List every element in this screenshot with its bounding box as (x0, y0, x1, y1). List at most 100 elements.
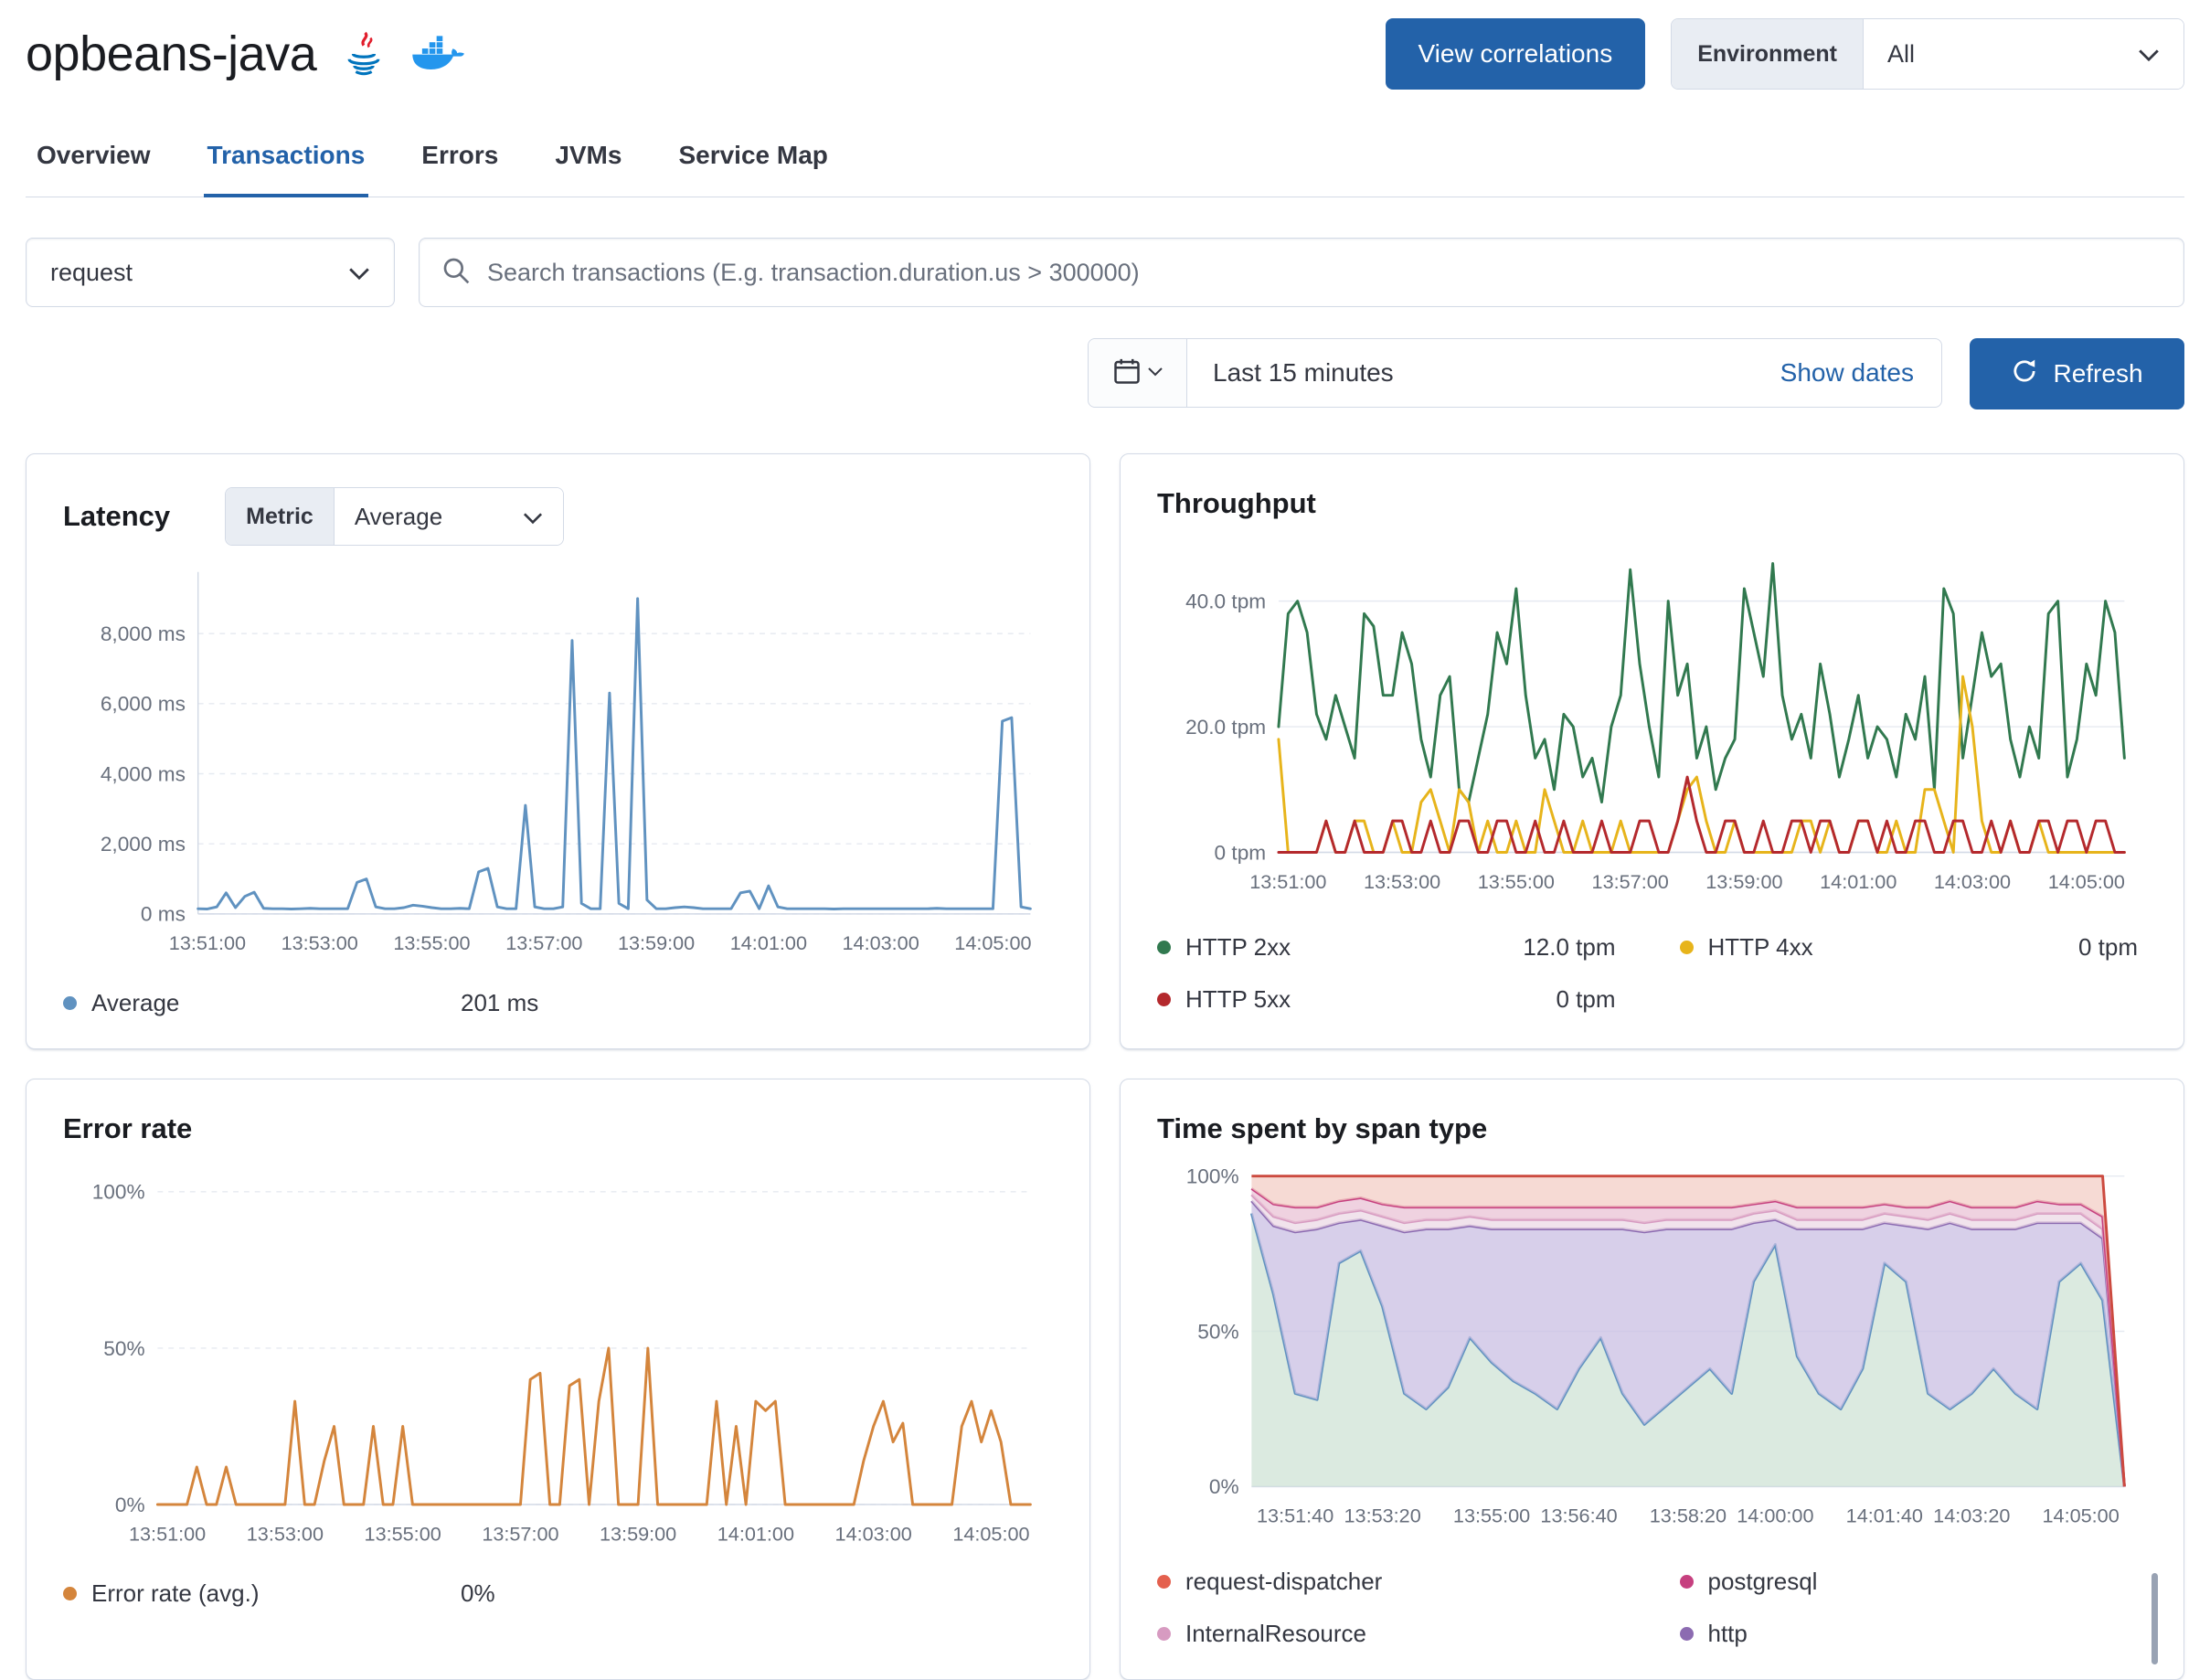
svg-text:14:01:00: 14:01:00 (1820, 870, 1897, 893)
svg-text:20.0 tpm: 20.0 tpm (1185, 716, 1266, 739)
svg-text:8,000 ms: 8,000 ms (101, 622, 186, 645)
svg-text:0%: 0% (1209, 1475, 1239, 1498)
docker-icon (411, 34, 465, 74)
svg-text:0%: 0% (115, 1494, 145, 1516)
transaction-type-select[interactable]: request (26, 238, 395, 307)
tab-service-map[interactable]: Service Map (675, 121, 831, 197)
search-icon (441, 256, 471, 290)
svg-text:14:01:00: 14:01:00 (717, 1522, 794, 1545)
chevron-down-icon (2138, 40, 2160, 69)
search-transactions-box[interactable] (419, 238, 2184, 307)
panel-title: Time spent by span type (1157, 1112, 1488, 1145)
error-rate-chart[interactable]: 0% 50% 100% 13:51:00 13:53:00 13:55:00 13:57:0… (63, 1158, 1053, 1554)
error-rate-legend-item[interactable]: Error rate (avg.) 0% (63, 1579, 1053, 1608)
tab-errors[interactable]: Errors (418, 121, 502, 197)
svg-text:14:05:00: 14:05:00 (954, 931, 1031, 954)
throughput-panel: Throughput 0 tpm 20.0 tpm 40.0 tpm 13:51:00… (1120, 453, 2184, 1050)
svg-text:13:55:00: 13:55:00 (393, 931, 470, 954)
show-dates-link[interactable]: Show dates (1780, 358, 1941, 388)
svg-text:13:56:40: 13:56:40 (1540, 1505, 1617, 1527)
time-spent-chart[interactable]: 0% 50% 100% 13:51:40 13:53:20 13:55:00 13:56:4… (1157, 1158, 2147, 1536)
svg-text:100%: 100% (1186, 1165, 1239, 1188)
calendar-button[interactable] (1089, 339, 1187, 407)
tab-overview[interactable]: Overview (33, 121, 154, 197)
svg-text:14:01:40: 14:01:40 (1846, 1505, 1923, 1527)
svg-text:40.0 tpm: 40.0 tpm (1185, 590, 1266, 613)
legend-dot (1679, 1626, 1694, 1641)
legend-dot (1679, 940, 1694, 954)
environment-select[interactable]: Environment All (1671, 18, 2184, 90)
latency-metric-value: Average (354, 502, 443, 530)
page-title: opbeans-java (26, 27, 317, 81)
svg-text:13:57:00: 13:57:00 (482, 1522, 558, 1545)
svg-text:50%: 50% (103, 1337, 144, 1360)
time-filter-bar: Last 15 minutes Show dates Refresh (26, 338, 2184, 409)
time-spent-legend: request-dispatcher postgresql InternalRe… (1157, 1568, 2147, 1648)
legend-label: HTTP 2xx (1185, 932, 1291, 961)
metric-label: Metric (226, 488, 335, 545)
svg-text:14:03:00: 14:03:00 (1934, 870, 2011, 893)
svg-text:13:55:00: 13:55:00 (365, 1522, 441, 1545)
svg-text:13:53:00: 13:53:00 (282, 931, 358, 954)
legend-item-http-5xx[interactable]: HTTP 5xx 0 tpm (1157, 985, 1625, 1014)
calendar-icon (1113, 357, 1141, 389)
legend-label: postgresql (1707, 1567, 1818, 1595)
legend-dot (1679, 1574, 1694, 1589)
legend-value: 0% (461, 1579, 495, 1608)
search-transactions-input[interactable] (487, 258, 2162, 287)
time-spent-panel: Time spent by span type 0% 50% 100% 13:51:4… (1120, 1079, 2184, 1680)
date-picker: Last 15 minutes Show dates (1088, 338, 1942, 408)
legend-item-request-dispatcher[interactable]: request-dispatcher (1157, 1568, 1625, 1596)
latency-metric-group: Metric Average (225, 487, 564, 546)
svg-text:13:59:00: 13:59:00 (1705, 870, 1782, 893)
chevron-down-icon (523, 503, 543, 531)
charts-grid: Latency Metric Average 0 ms 2,000 ms 4,000… (26, 453, 2184, 1680)
svg-text:13:53:20: 13:53:20 (1344, 1505, 1421, 1527)
svg-text:13:51:00: 13:51:00 (169, 931, 246, 954)
legend-item-postgresql[interactable]: postgresql (1679, 1567, 2148, 1596)
panel-title: Throughput (1157, 487, 1316, 519)
latency-legend-item[interactable]: Average 201 ms (63, 989, 1053, 1017)
legend-label: Error rate (avg.) (91, 1579, 260, 1608)
svg-text:14:01:00: 14:01:00 (730, 931, 807, 954)
legend-value: 201 ms (461, 989, 539, 1017)
legend-item-http-2xx[interactable]: HTTP 2xx 12.0 tpm (1157, 933, 1625, 962)
filter-bar: request (26, 238, 2184, 307)
svg-text:2,000 ms: 2,000 ms (101, 833, 186, 856)
svg-text:100%: 100% (92, 1181, 145, 1204)
svg-text:13:51:40: 13:51:40 (1257, 1505, 1333, 1527)
legend-label: Average (91, 989, 180, 1017)
tab-transactions[interactable]: Transactions (203, 121, 369, 197)
legend-dot (1157, 1626, 1171, 1641)
refresh-label: Refresh (2053, 359, 2143, 388)
service-header: opbeans-java View correlations Environme… (26, 18, 2184, 90)
throughput-chart[interactable]: 0 tpm 20.0 tpm 40.0 tpm 13:51:00 13:53:00 13:… (1157, 533, 2147, 902)
view-correlations-button[interactable]: View correlations (1385, 18, 1646, 90)
svg-text:14:00:00: 14:00:00 (1737, 1505, 1813, 1527)
svg-text:14:03:00: 14:03:00 (843, 931, 919, 954)
refresh-button[interactable]: Refresh (1970, 338, 2184, 409)
service-tabs: Overview Transactions Errors JVMs Servic… (26, 121, 2184, 197)
latency-metric-select[interactable]: Average (334, 488, 563, 545)
legend-value: 12.0 tpm (1523, 932, 1616, 961)
legend-item-http[interactable]: http (1679, 1620, 2148, 1648)
latency-chart[interactable]: 0 ms 2,000 ms 4,000 ms 6,000 ms 8,000 ms 13:5… (63, 558, 1053, 963)
legend-item-http-4xx[interactable]: HTTP 4xx 0 tpm (1679, 932, 2148, 962)
time-range-value[interactable]: Last 15 minutes (1187, 358, 1780, 388)
legend-value: 0 tpm (2077, 932, 2138, 961)
svg-text:13:57:00: 13:57:00 (1592, 870, 1669, 893)
svg-text:4,000 ms: 4,000 ms (101, 762, 186, 785)
svg-text:0 ms: 0 ms (141, 903, 186, 926)
legend-scrollbar[interactable] (2152, 1572, 2158, 1664)
svg-text:14:03:00: 14:03:00 (835, 1522, 912, 1545)
legend-item-internalresource[interactable]: InternalResource (1157, 1620, 1625, 1648)
svg-text:6,000 ms: 6,000 ms (101, 693, 186, 716)
tab-jvms[interactable]: JVMs (551, 121, 625, 197)
latency-panel: Latency Metric Average 0 ms 2,000 ms 4,000… (26, 453, 1090, 1050)
svg-text:13:53:00: 13:53:00 (1364, 870, 1440, 893)
svg-text:13:55:00: 13:55:00 (1453, 1505, 1530, 1527)
svg-text:14:05:00: 14:05:00 (952, 1522, 1029, 1545)
svg-text:13:51:00: 13:51:00 (1249, 870, 1326, 893)
legend-label: InternalResource (1185, 1619, 1366, 1647)
environment-value: All (1887, 39, 1916, 68)
